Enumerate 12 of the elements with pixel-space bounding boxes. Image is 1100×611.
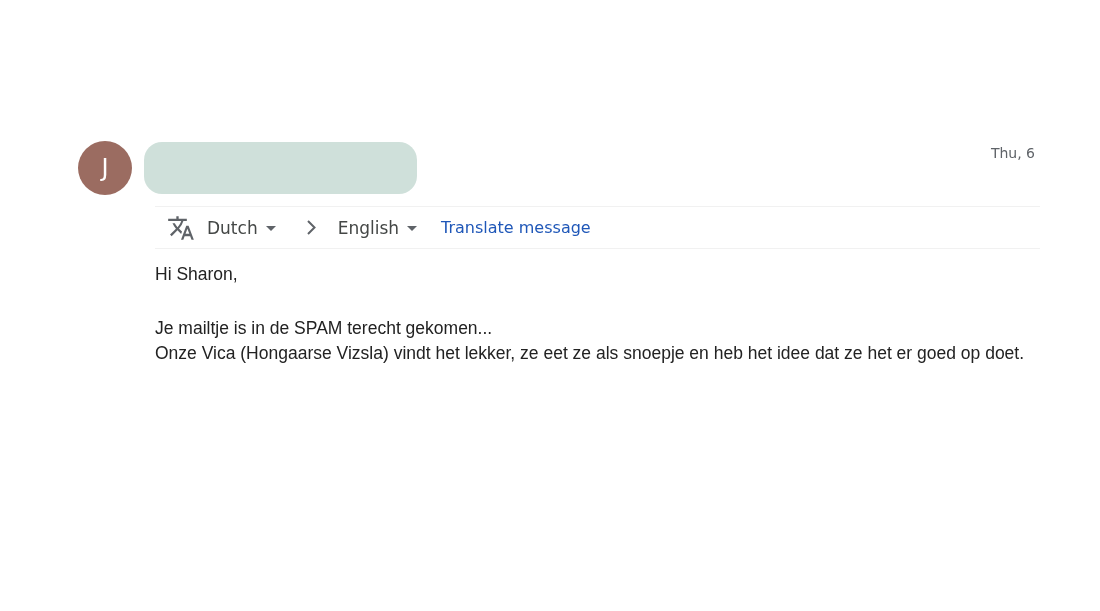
language-dropdown[interactable]: Dutch	[207, 217, 276, 238]
translate-message-link[interactable]: Translate message	[441, 218, 591, 237]
message-text: Onze Vica (Hongaarse Vizsla) vindt het lekker, ze eet ze als snoepje en heb het idee dat ze het er goed op doet.	[155, 342, 1026, 365]
translate-icon	[167, 213, 195, 242]
greeting-text: Hi Sharon,	[155, 263, 239, 286]
message-date: Thu, 6	[990, 145, 1035, 161]
avatar: J	[78, 141, 132, 195]
caret-icon	[407, 226, 418, 231]
message-text: Je mailtje is in de SPAM terecht gekomen...	[155, 317, 494, 340]
language-dropdown[interactable]: English	[337, 217, 418, 238]
caret-icon	[265, 226, 276, 231]
chevron-right-icon	[306, 220, 316, 235]
